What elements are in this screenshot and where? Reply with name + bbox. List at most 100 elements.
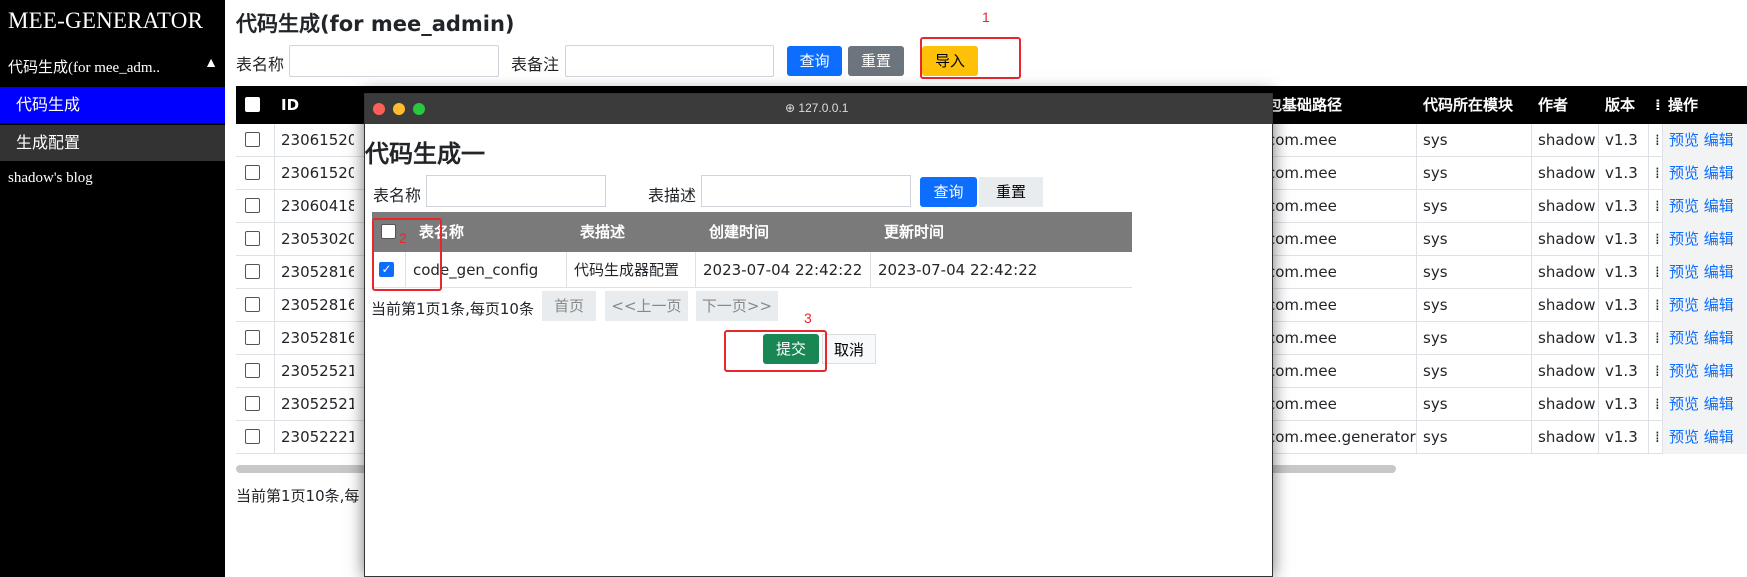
sidebar-group-codegen[interactable]: 代码生成(for mee_adm.. ▲ (8, 56, 218, 77)
row-actions: 预览 编辑 (1662, 322, 1747, 355)
row-id: 230528164 (274, 322, 354, 355)
table-name-input[interactable] (289, 45, 499, 77)
row-actions: 预览 编辑 (1662, 223, 1747, 256)
row-version: v1.3 (1598, 388, 1648, 421)
row-preview-link[interactable]: 预览 (1669, 230, 1699, 248)
row-preview-link[interactable]: 预览 (1669, 197, 1699, 215)
modal-prev-page-button[interactable]: <<上一页 (605, 291, 688, 321)
table-comment-input[interactable] (565, 45, 774, 77)
row-author: shadow (1531, 289, 1598, 322)
row-checkbox[interactable] (245, 330, 260, 345)
modal-query-button[interactable]: 查询 (920, 177, 977, 207)
row-module: sys (1416, 355, 1531, 388)
modal-table-name-input[interactable] (426, 175, 606, 207)
row-actions: 预览 编辑 (1662, 256, 1747, 289)
row-preview-link[interactable]: 预览 (1669, 131, 1699, 149)
modal-table-desc-input[interactable] (701, 175, 911, 207)
row-author: shadow (1531, 157, 1598, 190)
row-actions: 预览 编辑 (1662, 421, 1747, 454)
row-preview-link[interactable]: 预览 (1669, 395, 1699, 413)
close-window-icon[interactable] (373, 103, 385, 115)
maximize-window-icon[interactable] (413, 103, 425, 115)
row-edit-link[interactable]: 编辑 (1704, 131, 1734, 149)
table-name-label: 表名称 (236, 55, 285, 74)
row-version: v1.3 (1598, 124, 1648, 157)
row-id: 230615205 (274, 124, 354, 157)
row-module: sys (1416, 256, 1531, 289)
row-id: 230522215 (274, 421, 354, 454)
modal-table-row[interactable]: ✓ code_gen_config 代码生成器配置 2023-07-04 22:… (372, 252, 1132, 288)
annotation-box-3 (724, 330, 827, 372)
row-id: 230604184 (274, 190, 354, 223)
sidebar-blog-link[interactable]: shadow's blog (8, 170, 93, 187)
select-all-checkbox[interactable] (245, 97, 260, 112)
col-extra: ⁞ (1655, 96, 1661, 114)
query-button[interactable]: 查询 (787, 46, 842, 76)
row-module: sys (1416, 289, 1531, 322)
globe-icon: ⊕ (785, 101, 796, 115)
row-edit-link[interactable]: 编辑 (1704, 428, 1734, 446)
modal-reset-button[interactable]: 重置 (979, 177, 1043, 207)
modal-table-name-label: 表名称 (373, 186, 422, 205)
row-edit-link[interactable]: 编辑 (1704, 263, 1734, 281)
row-author: shadow (1531, 124, 1598, 157)
row-package: com.mee (1260, 388, 1417, 421)
row-package: com.mee (1260, 124, 1417, 157)
row-extra: ⁞ (1648, 223, 1662, 256)
modal-next-page-button[interactable]: 下一页>> (696, 291, 778, 321)
row-checkbox[interactable] (245, 363, 260, 378)
row-preview-link[interactable]: 预览 (1669, 296, 1699, 314)
row-actions: 预览 编辑 (1662, 388, 1747, 421)
row-version: v1.3 (1598, 190, 1648, 223)
row-checkbox[interactable] (245, 231, 260, 246)
row-extra: ⁞ (1648, 388, 1662, 421)
row-edit-link[interactable]: 编辑 (1704, 164, 1734, 182)
row-checkbox[interactable] (245, 198, 260, 213)
row-checkbox[interactable] (245, 396, 260, 411)
row-checkbox[interactable] (245, 429, 260, 444)
row-id: 230525215 (274, 388, 354, 421)
row-version: v1.3 (1598, 223, 1648, 256)
app-brand[interactable]: MEE-GENERATOR (8, 8, 203, 34)
col-package: 包基础路径 (1267, 96, 1343, 114)
sidebar-item-genconfig[interactable]: 生成配置 (0, 125, 225, 161)
row-preview-link[interactable]: 预览 (1669, 362, 1699, 380)
row-extra: ⁞ (1648, 421, 1662, 454)
row-preview-link[interactable]: 预览 (1669, 428, 1699, 446)
row-module: sys (1416, 124, 1531, 157)
row-module: sys (1416, 157, 1531, 190)
row-version: v1.3 (1598, 322, 1648, 355)
row-preview-link[interactable]: 预览 (1669, 164, 1699, 182)
col-version: 版本 (1605, 96, 1636, 114)
row-id: 230528164 (274, 256, 354, 289)
row-checkbox[interactable] (245, 264, 260, 279)
row-author: shadow (1531, 322, 1598, 355)
sidebar-item-codegen[interactable]: 代码生成 (0, 87, 225, 123)
row-package: com.mee (1260, 223, 1417, 256)
row-version: v1.3 (1598, 256, 1648, 289)
minimize-window-icon[interactable] (393, 103, 405, 115)
row-edit-link[interactable]: 编辑 (1704, 230, 1734, 248)
modal-table-desc-label: 表描述 (648, 186, 697, 205)
row-extra: ⁞ (1648, 157, 1662, 190)
col-author: 作者 (1538, 96, 1569, 114)
row-actions: 预览 编辑 (1662, 157, 1747, 190)
row-checkbox[interactable] (245, 165, 260, 180)
row-actions: 预览 编辑 (1662, 190, 1747, 223)
modal-row-desc: 代码生成器配置 (566, 252, 679, 288)
row-checkbox[interactable] (245, 132, 260, 147)
row-edit-link[interactable]: 编辑 (1704, 296, 1734, 314)
reset-button[interactable]: 重置 (848, 46, 904, 76)
row-author: shadow (1531, 355, 1598, 388)
row-preview-link[interactable]: 预览 (1669, 329, 1699, 347)
row-checkbox[interactable] (245, 297, 260, 312)
row-edit-link[interactable]: 编辑 (1704, 362, 1734, 380)
modal-cancel-button[interactable]: 取消 (822, 334, 876, 364)
row-edit-link[interactable]: 编辑 (1704, 329, 1734, 347)
modal-first-page-button[interactable]: 首页 (542, 291, 596, 321)
row-preview-link[interactable]: 预览 (1669, 263, 1699, 281)
row-extra: ⁞ (1648, 256, 1662, 289)
row-edit-link[interactable]: 编辑 (1704, 197, 1734, 215)
row-edit-link[interactable]: 编辑 (1704, 395, 1734, 413)
row-extra: ⁞ (1648, 322, 1662, 355)
